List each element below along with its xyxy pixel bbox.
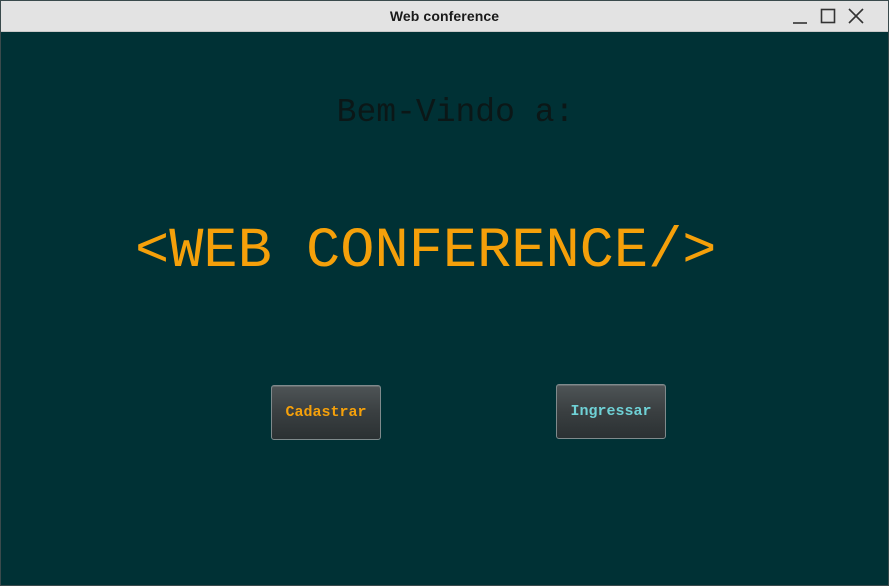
window-title: Web conference bbox=[389, 8, 500, 24]
maximize-button[interactable] bbox=[818, 6, 838, 26]
minimize-button[interactable] bbox=[790, 6, 810, 26]
minimize-icon bbox=[793, 22, 807, 24]
brand-title: <WEB CONFERENCE/> bbox=[135, 220, 717, 284]
register-button[interactable]: Cadastrar bbox=[271, 385, 381, 440]
main-content: Bem-Vindo a: <WEB CONFERENCE/> Cadastrar… bbox=[1, 32, 888, 586]
login-button[interactable]: Ingressar bbox=[556, 384, 666, 439]
app-window: Web conference Bem-Vindo a: <WEB CONFERE… bbox=[0, 0, 889, 586]
close-button[interactable] bbox=[846, 6, 866, 26]
title-bar[interactable]: Web conference bbox=[1, 1, 888, 32]
close-icon bbox=[848, 8, 864, 24]
maximize-icon bbox=[820, 8, 836, 24]
welcome-heading: Bem-Vindo a: bbox=[336, 94, 575, 131]
